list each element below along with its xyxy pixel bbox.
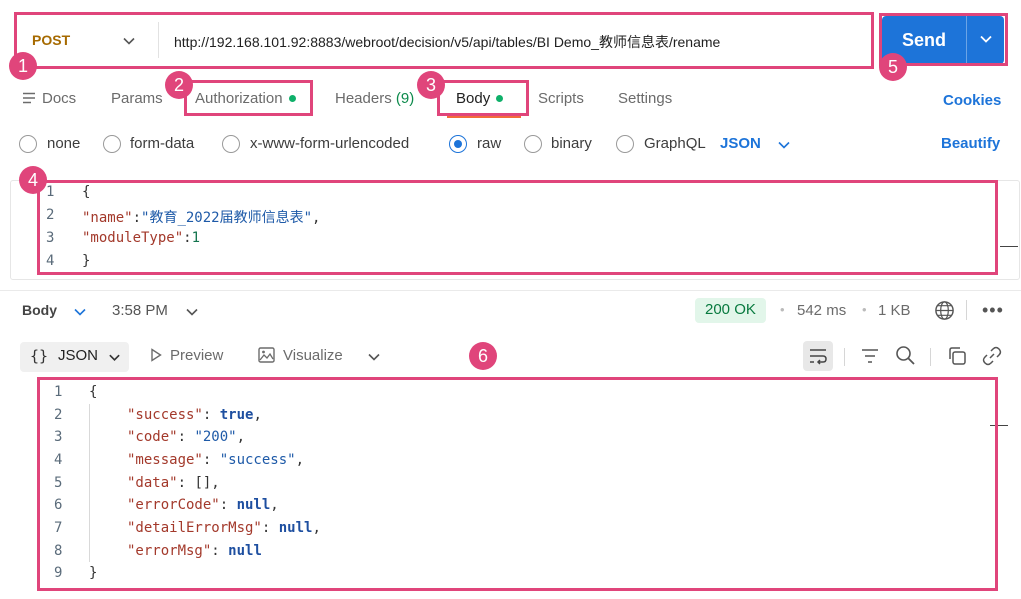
response-duration[interactable]: 542 ms — [797, 302, 846, 319]
play-icon — [151, 347, 162, 362]
response-format-label: JSON — [58, 347, 99, 364]
active-tab-indicator — [447, 116, 521, 118]
globe-icon[interactable] — [934, 300, 955, 321]
chevron-down-icon[interactable] — [73, 305, 87, 319]
tab-scripts[interactable]: Scripts — [538, 90, 584, 107]
chevron-down-icon[interactable] — [185, 305, 199, 319]
status-badge[interactable]: 200 OK — [695, 298, 766, 323]
separator-dot: • — [780, 302, 785, 317]
highlight-response-body — [37, 377, 998, 591]
annotation-badge: 4 — [19, 166, 47, 194]
radio-urlencoded[interactable] — [222, 135, 240, 153]
toolbar-divider — [844, 348, 845, 366]
radio-graphql[interactable] — [616, 135, 634, 153]
beautify-button[interactable]: Beautify — [941, 135, 1000, 152]
radio-raw-label[interactable]: raw — [477, 135, 501, 152]
search-icon[interactable] — [894, 344, 916, 366]
tab-params[interactable]: Params — [111, 90, 163, 107]
braces-icon: {} — [30, 347, 49, 365]
annotation-badge: 6 — [469, 342, 497, 370]
radio-form-data-label[interactable]: form-data — [130, 135, 194, 152]
chevron-down-icon[interactable] — [777, 138, 791, 152]
toolbar-divider — [930, 348, 931, 366]
tab-headers[interactable]: Headers (9) — [335, 90, 414, 107]
wrap-icon[interactable] — [807, 345, 829, 367]
tab-docs[interactable]: Docs — [22, 90, 76, 107]
radio-none[interactable] — [19, 135, 37, 153]
radio-binary[interactable] — [524, 135, 542, 153]
highlight-authorization-tab — [184, 80, 313, 116]
preview-button[interactable]: Preview — [150, 347, 223, 364]
scroll-marker — [1000, 246, 1018, 247]
radio-raw[interactable] — [449, 135, 467, 153]
highlight-request-body — [37, 180, 998, 275]
language-select[interactable]: JSON — [720, 135, 761, 152]
radio-graphql-label[interactable]: GraphQL — [644, 135, 706, 152]
response-body-label[interactable]: Body — [22, 302, 57, 318]
tab-docs-label: Docs — [42, 90, 77, 107]
response-size[interactable]: 1 KB — [878, 302, 911, 319]
tab-params-label: Params — [111, 90, 163, 107]
tab-headers-label: Headers — [335, 90, 392, 107]
tab-headers-count: (9) — [395, 90, 415, 107]
annotation-badge: 1 — [9, 52, 37, 80]
tab-settings-label: Settings — [618, 90, 673, 107]
radio-urlencoded-label[interactable]: x-www-form-urlencoded — [250, 135, 409, 152]
visualize-button[interactable]: Visualize — [258, 346, 343, 364]
more-icon[interactable]: ••• — [982, 300, 1004, 321]
docs-icon — [23, 92, 35, 103]
annotation-badge: 3 — [417, 71, 445, 99]
radio-form-data[interactable] — [103, 135, 121, 153]
chevron-down-icon — [109, 354, 120, 362]
preview-label: Preview — [170, 347, 224, 364]
separator-dot: • — [862, 302, 867, 317]
annotation-badge: 5 — [879, 53, 907, 81]
cookies-link[interactable]: Cookies — [943, 92, 1001, 109]
highlight-request-bar — [14, 12, 874, 69]
chevron-down-icon[interactable] — [367, 350, 381, 364]
link-icon[interactable] — [981, 345, 1003, 367]
response-format-select[interactable]: {} JSON — [20, 342, 129, 372]
pane-divider[interactable] — [0, 290, 1021, 291]
response-time[interactable]: 3:58 PM — [112, 302, 168, 319]
copy-icon[interactable] — [946, 345, 968, 367]
toolbar-divider — [966, 300, 967, 320]
radio-binary-label[interactable]: binary — [551, 135, 592, 152]
visualize-label: Visualize — [283, 347, 343, 364]
filter-icon[interactable] — [859, 345, 881, 367]
image-icon — [258, 346, 275, 363]
tab-scripts-label: Scripts — [538, 90, 584, 107]
highlight-body-tab — [437, 80, 529, 116]
radio-none-label[interactable]: none — [47, 135, 80, 152]
annotation-badge: 2 — [165, 71, 193, 99]
tab-settings[interactable]: Settings — [618, 90, 672, 107]
